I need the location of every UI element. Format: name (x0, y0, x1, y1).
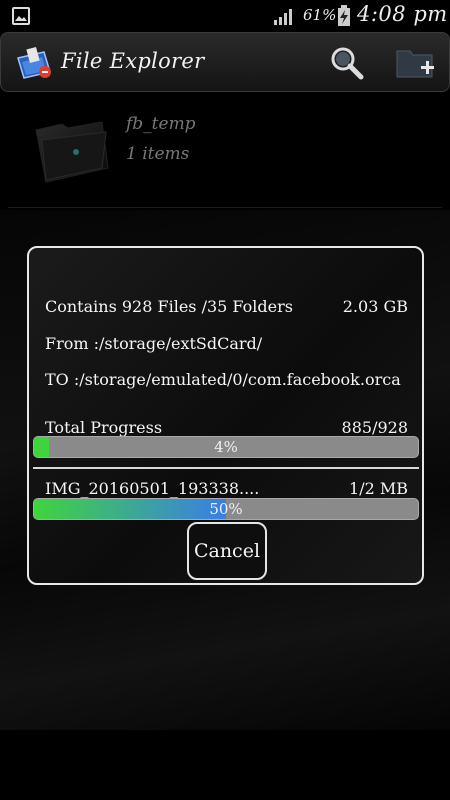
search-icon (331, 47, 364, 80)
clock: 4:08 pm (357, 2, 448, 26)
new-folder-button[interactable] (394, 43, 438, 85)
page-title: File Explorer (61, 49, 205, 73)
new-folder-icon (396, 50, 434, 78)
contains-summary: Contains 928 Files /35 Folders (45, 297, 293, 316)
battery-charging-icon (338, 5, 350, 26)
divider (33, 467, 419, 469)
current-file-size: 1/2 MB (349, 479, 408, 498)
total-progress-count: 885/928 (341, 418, 408, 437)
copy-progress-dialog: Contains 928 Files /35 Folders 2.03 GB F… (27, 246, 424, 585)
file-progress-bar: 50% (33, 498, 419, 520)
app-header: File Explorer (0, 32, 450, 92)
app-icon (17, 46, 51, 79)
search-button[interactable] (329, 45, 365, 81)
total-progress-bar: 4% (33, 436, 419, 458)
gallery-notification-icon (12, 7, 30, 25)
total-size: 2.03 GB (342, 297, 408, 316)
list-item[interactable]: fb_temp 1 items (8, 100, 442, 208)
current-file-name: IMG_20160501_193338.... (45, 479, 260, 498)
cancel-button[interactable]: Cancel (187, 522, 267, 580)
folder-item-count: 1 items (126, 144, 190, 164)
destination-path: TO :/storage/emulated/0/com.facebook.orc… (45, 370, 401, 389)
battery-percent: 61% (303, 6, 337, 24)
total-progress-percent: 4% (214, 438, 238, 456)
signal-icon (274, 9, 292, 25)
folder-name: fb_temp (126, 114, 196, 134)
file-progress-percent: 50% (209, 500, 243, 518)
total-progress-label: Total Progress (45, 418, 163, 437)
folder-icon (35, 121, 109, 183)
source-path: From :/storage/extSdCard/ (45, 334, 263, 353)
status-bar: 61% 4:08 pm (0, 0, 450, 32)
